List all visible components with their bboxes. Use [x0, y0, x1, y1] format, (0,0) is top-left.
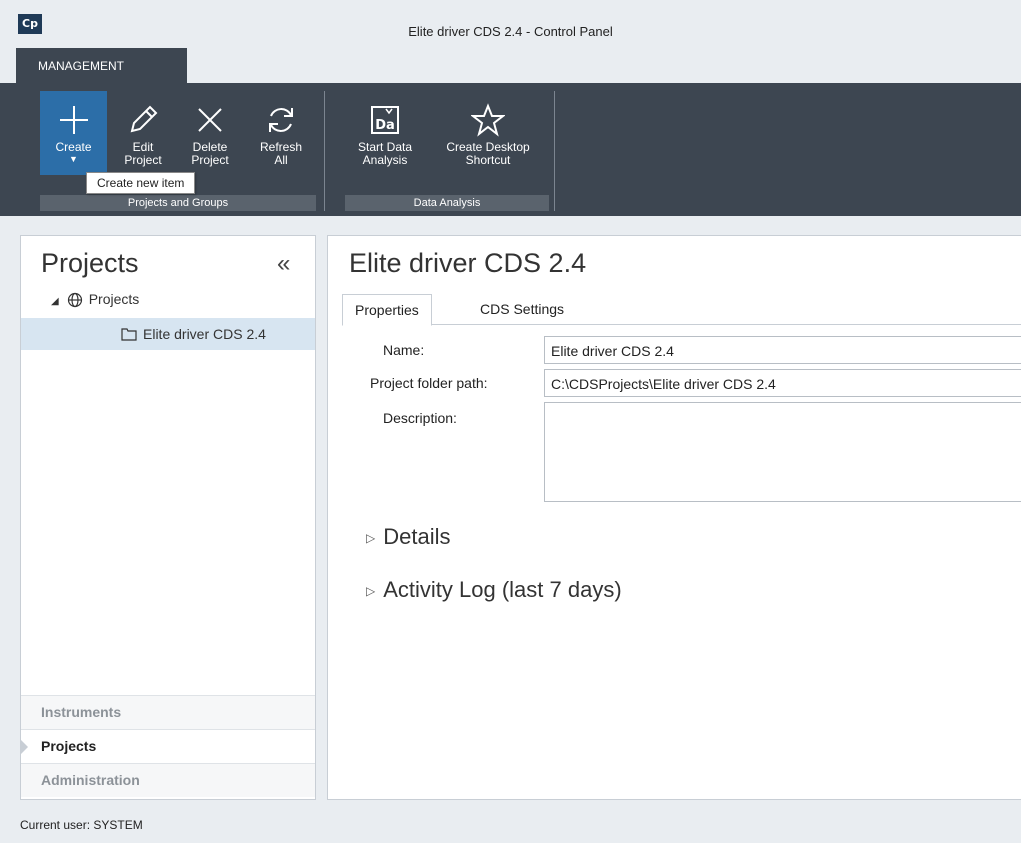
- pencil-icon: [130, 105, 158, 133]
- status-bar: Current user: SYSTEM: [20, 818, 143, 832]
- main-panel: Elite driver CDS 2.4 Properties CDS Sett…: [327, 235, 1021, 800]
- description-field[interactable]: [544, 402, 1021, 502]
- main-title: Elite driver CDS 2.4: [349, 248, 587, 278]
- delete-project-label: Delete Project: [191, 140, 229, 167]
- create-desktop-shortcut-label: Create Desktop Shortcut: [446, 140, 530, 167]
- nav-projects[interactable]: Projects: [20, 729, 315, 763]
- left-panel: Projects « ◢ Projects Elite driver CDS 2…: [20, 235, 316, 800]
- refresh-all-button[interactable]: Refresh All: [248, 91, 314, 175]
- refresh-icon: [269, 108, 293, 132]
- tab-properties[interactable]: Properties: [342, 294, 432, 326]
- project-folder-path-field[interactable]: C:\CDSProjects\Elite driver CDS 2.4: [544, 369, 1021, 397]
- edit-project-button[interactable]: Edit Project: [113, 91, 173, 175]
- create-tooltip: Create new item: [86, 172, 196, 194]
- create-button[interactable]: Create ▼: [40, 91, 107, 175]
- name-field[interactable]: Elite driver CDS 2.4: [544, 336, 1021, 364]
- data-analysis-icon: Da: [371, 106, 399, 134]
- tab-management[interactable]: MANAGEMENT: [16, 48, 187, 83]
- section-activity-log-label: Activity Log (last 7 days): [383, 577, 622, 602]
- group-projects-and-groups: Projects and Groups: [40, 195, 316, 211]
- tree-node-projects[interactable]: ◢ Projects: [51, 288, 139, 310]
- ribbon: Create ▼ Edit Project Delete Project Ref…: [0, 83, 1021, 216]
- project-folder-path-label: Project folder path:: [370, 375, 488, 391]
- collapse-icon[interactable]: «: [277, 250, 290, 278]
- tab-cds-settings[interactable]: CDS Settings: [468, 294, 576, 324]
- description-label: Description:: [383, 410, 457, 426]
- panel-title: Projects: [41, 248, 139, 278]
- edit-project-label: Edit Project: [124, 140, 162, 167]
- tab-divider: [342, 324, 1021, 325]
- section-details[interactable]: ▷ Details: [366, 524, 450, 550]
- folder-icon: [121, 328, 137, 341]
- title-bar: Cp Elite driver CDS 2.4 - Control Panel: [0, 0, 1021, 48]
- create-label: Create: [55, 140, 92, 154]
- globe-icon: [67, 293, 82, 308]
- group-data-analysis: Data Analysis: [345, 195, 549, 211]
- expand-arrow-icon: ▷: [366, 531, 376, 546]
- create-desktop-shortcut-button[interactable]: Create Desktop Shortcut: [430, 91, 546, 175]
- expand-triangle-icon[interactable]: ◢: [51, 291, 59, 313]
- refresh-all-label: Refresh All: [259, 140, 303, 167]
- ribbon-separator: [554, 91, 555, 211]
- window-title: Elite driver CDS 2.4 - Control Panel: [408, 24, 613, 39]
- nav-active-marker: [20, 739, 28, 755]
- close-icon: [198, 108, 222, 132]
- ribbon-separator: [324, 91, 325, 211]
- delete-project-button[interactable]: Delete Project: [178, 91, 242, 175]
- svg-text:Da: Da: [375, 118, 395, 133]
- start-data-analysis-label: Start Data Analysis: [357, 140, 413, 167]
- section-details-label: Details: [383, 524, 451, 549]
- plus-icon: [59, 106, 88, 134]
- chevron-down-icon: ▼: [69, 154, 78, 164]
- tree-node-label: Elite driver CDS 2.4: [143, 326, 266, 342]
- expand-arrow-icon: ▷: [366, 584, 376, 599]
- tree-node-elite-driver[interactable]: Elite driver CDS 2.4: [21, 318, 315, 350]
- nav-projects-label: Projects: [41, 738, 97, 754]
- nav-instruments[interactable]: Instruments: [21, 695, 315, 729]
- name-label: Name:: [383, 342, 425, 358]
- section-activity-log[interactable]: ▷ Activity Log (last 7 days): [366, 577, 622, 603]
- nav-administration[interactable]: Administration: [21, 763, 315, 797]
- start-data-analysis-button[interactable]: Da Start Data Analysis: [347, 91, 423, 175]
- star-icon: [471, 103, 505, 137]
- tree-node-label: Projects: [88, 291, 140, 307]
